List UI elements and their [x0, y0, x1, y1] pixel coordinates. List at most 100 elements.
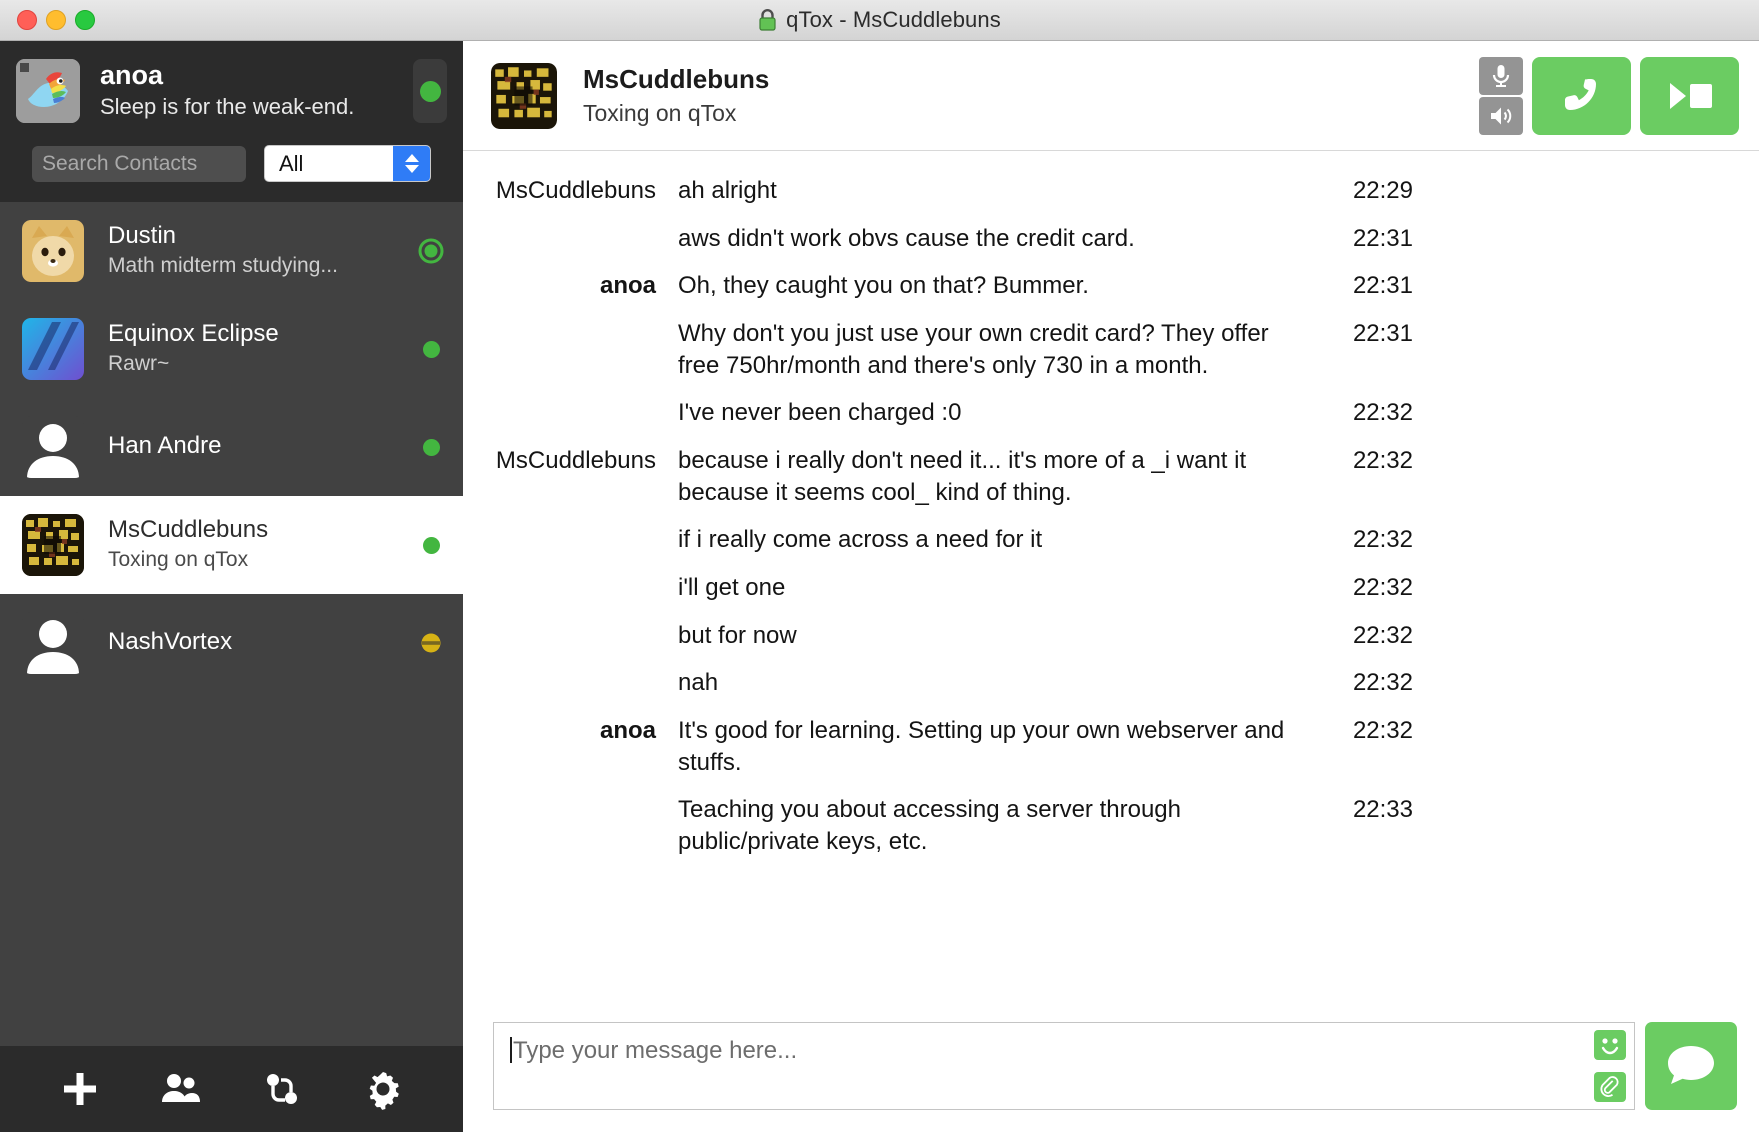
- audio-call-button[interactable]: [1532, 57, 1631, 135]
- message-time: 22:32: [1318, 667, 1468, 699]
- message-time: 22:32: [1318, 715, 1468, 747]
- message-input-placeholder: Type your message here...: [513, 1037, 797, 1064]
- title-bar: qTox - MsCuddlebuns: [0, 0, 1759, 41]
- search-placeholder: Search Contacts: [42, 152, 197, 176]
- contact-filter-select[interactable]: All: [264, 145, 431, 182]
- search-input[interactable]: Search Contacts: [32, 146, 246, 182]
- phone-icon: [1558, 72, 1606, 120]
- contact-item-han-andre[interactable]: Han Andre: [0, 398, 463, 496]
- settings-button[interactable]: [356, 1062, 410, 1116]
- sidebar-toolbar: [0, 1046, 463, 1132]
- message-row: Teaching you about accessing a server th…: [463, 786, 1759, 865]
- status-dot-online-icon: [423, 537, 440, 554]
- contact-item-dustin[interactable]: Dustin Math midterm studying...: [0, 202, 463, 300]
- message-text: but for now: [678, 620, 1318, 652]
- message-text: ah alright: [678, 175, 1318, 207]
- paperclip-icon: [1593, 1071, 1627, 1103]
- chat-contact-name: MsCuddlebuns: [583, 64, 1479, 95]
- contact-status-message: Rawr~: [108, 350, 417, 377]
- microphone-toggle-button[interactable]: [1479, 57, 1523, 95]
- profile-status-message: Sleep is for the weak-end.: [100, 93, 413, 122]
- message-row: anoa Oh, they caught you on that? Bummer…: [463, 262, 1759, 310]
- video-icon: [1666, 79, 1714, 113]
- create-group-button[interactable]: [154, 1062, 208, 1116]
- contact-list: Dustin Math midterm studying...: [0, 202, 463, 1046]
- contact-filter-value: All: [265, 151, 303, 177]
- minimize-button[interactable]: [46, 10, 66, 30]
- message-time: 22:29: [1318, 175, 1468, 207]
- contact-name: Equinox Eclipse: [108, 320, 417, 349]
- message-time: 22:32: [1318, 620, 1468, 652]
- message-time: 22:31: [1318, 270, 1468, 302]
- message-time: 22:32: [1318, 445, 1468, 477]
- message-composer: Type your message here...: [463, 1016, 1759, 1132]
- microphone-icon: [1489, 63, 1513, 89]
- message-text: nah: [678, 667, 1318, 699]
- video-call-button[interactable]: [1640, 57, 1739, 135]
- message-text: i'll get one: [678, 572, 1318, 604]
- status-indicator: [417, 439, 445, 456]
- sidebar: anoa Sleep is for the weak-end. Search C…: [0, 41, 463, 1132]
- message-row: MsCuddlebuns ah alright 22:29: [463, 167, 1759, 215]
- message-row: I've never been charged :0 22:32: [463, 389, 1759, 437]
- avatar: [491, 63, 557, 129]
- message-author: MsCuddlebuns: [463, 445, 678, 477]
- chat-contact-status: Toxing on qTox: [583, 100, 1479, 127]
- status-indicator: [417, 632, 445, 654]
- avatar: [22, 612, 84, 674]
- message-row: nah 22:32: [463, 659, 1759, 707]
- speaker-toggle-button[interactable]: [1479, 97, 1523, 135]
- message-text: Why don't you just use your own credit c…: [678, 318, 1318, 381]
- chat-pane: MsCuddlebuns Toxing on qTox: [463, 41, 1759, 1132]
- window-controls[interactable]: [0, 10, 95, 30]
- message-author: anoa: [463, 270, 678, 302]
- message-row: i'll get one 22:32: [463, 564, 1759, 612]
- status-dot-online-icon: [423, 439, 440, 456]
- message-time: 22:31: [1318, 223, 1468, 255]
- contact-name: NashVortex: [108, 628, 417, 657]
- contact-name: Han Andre: [108, 432, 417, 461]
- message-author: MsCuddlebuns: [463, 175, 678, 207]
- chat-header: MsCuddlebuns Toxing on qTox: [463, 41, 1759, 151]
- message-row: aws didn't work obvs cause the credit ca…: [463, 215, 1759, 263]
- status-dot-online-icon: [423, 341, 440, 358]
- message-row: Why don't you just use your own credit c…: [463, 310, 1759, 389]
- message-list[interactable]: MsCuddlebuns ah alright 22:29 aws didn't…: [463, 151, 1759, 1016]
- profile-panel: anoa Sleep is for the weak-end. Search C…: [0, 41, 463, 202]
- message-row: anoa It's good for learning. Setting up …: [463, 707, 1759, 786]
- contact-item-equinox-eclipse[interactable]: Equinox Eclipse Rawr~: [0, 300, 463, 398]
- contact-name: Dustin: [108, 222, 417, 251]
- message-row: but for now 22:32: [463, 612, 1759, 660]
- message-input[interactable]: Type your message here...: [493, 1022, 1635, 1110]
- qtox-window: qTox - MsCuddlebuns: [0, 0, 1759, 1132]
- maximize-button[interactable]: [75, 10, 95, 30]
- chevron-updown-icon[interactable]: [393, 146, 430, 181]
- avatar: [22, 416, 84, 478]
- message-time: 22:32: [1318, 397, 1468, 429]
- add-friend-button[interactable]: [53, 1062, 107, 1116]
- file-transfers-button[interactable]: [255, 1062, 309, 1116]
- contact-item-nashvortex[interactable]: NashVortex: [0, 594, 463, 692]
- message-time: 22:32: [1318, 572, 1468, 604]
- message-text: I've never been charged :0: [678, 397, 1318, 429]
- message-input-text[interactable]: Type your message here...: [494, 1023, 1588, 1109]
- avatar: [22, 220, 84, 282]
- transfer-icon: [261, 1068, 303, 1110]
- message-author: anoa: [463, 715, 678, 747]
- plus-icon: [59, 1068, 101, 1110]
- smiley-icon: [1593, 1029, 1627, 1061]
- emoji-button[interactable]: [1590, 1027, 1630, 1063]
- send-bubble-icon: [1663, 1041, 1719, 1091]
- contact-item-mscuddlebuns[interactable]: MsCuddlebuns Toxing on qTox: [0, 496, 463, 594]
- avatar[interactable]: [16, 59, 80, 123]
- close-button[interactable]: [17, 10, 37, 30]
- message-row: MsCuddlebuns because i really don't need…: [463, 437, 1759, 516]
- window-title: qTox - MsCuddlebuns: [786, 7, 1001, 33]
- group-icon: [160, 1068, 202, 1110]
- send-message-button[interactable]: [1645, 1022, 1737, 1110]
- text-cursor: [510, 1037, 512, 1063]
- gear-icon: [362, 1068, 404, 1110]
- status-selector-button[interactable]: [413, 59, 447, 123]
- attach-file-button[interactable]: [1590, 1069, 1630, 1105]
- message-text: aws didn't work obvs cause the credit ca…: [678, 223, 1318, 255]
